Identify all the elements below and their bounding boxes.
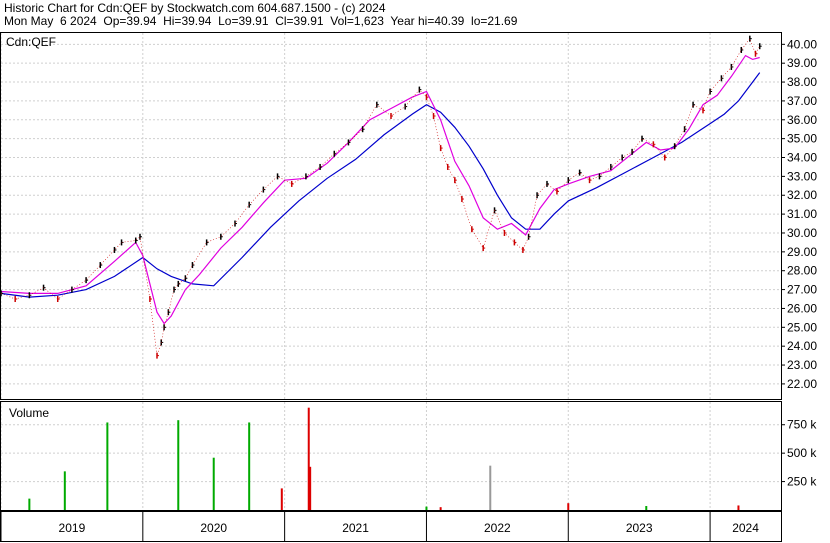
year-label: 2020 xyxy=(200,521,227,535)
price-tick-label: 29.00 xyxy=(787,245,817,259)
volume-bar xyxy=(737,505,740,510)
volume-bar xyxy=(567,503,570,510)
year-label: 2022 xyxy=(484,521,511,535)
price-axis: 40.00 39.00 38.00 37.00 36.00 35.00 34.00 33.00… xyxy=(781,37,817,391)
long-moving-average xyxy=(0,72,761,298)
short-moving-average xyxy=(0,54,760,325)
price-tick-label: 32.00 xyxy=(787,188,817,202)
volume-panel-frame xyxy=(0,401,782,511)
volume-bar xyxy=(425,506,428,510)
price-tick-label: 22.00 xyxy=(787,377,817,391)
volume-bar xyxy=(177,420,180,510)
volume-axis: 750 k 500 k 250 k xyxy=(781,418,817,489)
year-label: 2019 xyxy=(59,521,86,535)
price-tick-label: 31.00 xyxy=(787,207,817,221)
symbol-label: Cdn:QEF xyxy=(6,35,56,49)
price-series xyxy=(0,35,762,359)
price-tick-label: 38.00 xyxy=(787,75,817,89)
volume-bar xyxy=(280,488,283,510)
price-tick-label: 28.00 xyxy=(787,264,817,278)
volume-bar xyxy=(248,422,251,510)
volume-bar xyxy=(489,465,492,510)
volume-bar xyxy=(28,498,31,510)
volume-tick-label: 750 k xyxy=(787,418,817,432)
volume-bar xyxy=(106,422,109,510)
volume-label: Volume xyxy=(9,406,49,420)
price-tick-label: 30.00 xyxy=(787,226,817,240)
volume-tick-label: 250 k xyxy=(787,475,817,489)
volume-bar xyxy=(63,471,66,510)
year-label: 2024 xyxy=(732,521,759,535)
time-axis-frame xyxy=(0,511,782,542)
price-tick-label: 36.00 xyxy=(787,113,817,127)
price-tick-label: 25.00 xyxy=(787,320,817,334)
price-panel: Cdn:QEF 40.00 39.00 38.00 37.00 36.00 35.00 34… xyxy=(0,32,817,400)
price-tick-label: 40.00 xyxy=(787,37,817,51)
year-label: 2023 xyxy=(626,521,653,535)
volume-bar xyxy=(645,506,648,510)
price-tick-label: 24.00 xyxy=(787,339,817,353)
stock-chart: Cdn:QEF 40.00 39.00 38.00 37.00 36.00 35.00 34… xyxy=(0,32,817,542)
volume-grid xyxy=(0,402,781,510)
volume-bar xyxy=(439,507,442,510)
volume-bars xyxy=(28,407,740,510)
volume-bar xyxy=(309,466,312,510)
long-ma-line xyxy=(0,72,761,298)
volume-bar xyxy=(212,457,215,510)
time-axis: 2019 2020 2021 2022 2023 2024 xyxy=(0,511,782,542)
volume-panel: Volume 750 k 500 k 250 k xyxy=(0,401,817,511)
price-tick-label: 27.00 xyxy=(787,283,817,297)
price-tick-label: 39.00 xyxy=(787,56,817,70)
price-tick-label: 37.00 xyxy=(787,94,817,108)
price-tick-label: 33.00 xyxy=(787,169,817,183)
short-ma-line xyxy=(0,54,760,325)
price-tick-label: 35.00 xyxy=(787,132,817,146)
price-panel-frame xyxy=(0,32,782,400)
price-grid xyxy=(0,33,781,399)
volume-tick-label: 500 k xyxy=(787,446,817,460)
price-tick-label: 34.00 xyxy=(787,151,817,165)
price-tick-label: 23.00 xyxy=(787,358,817,372)
year-label: 2021 xyxy=(342,521,369,535)
price-tick-label: 26.00 xyxy=(787,301,817,315)
